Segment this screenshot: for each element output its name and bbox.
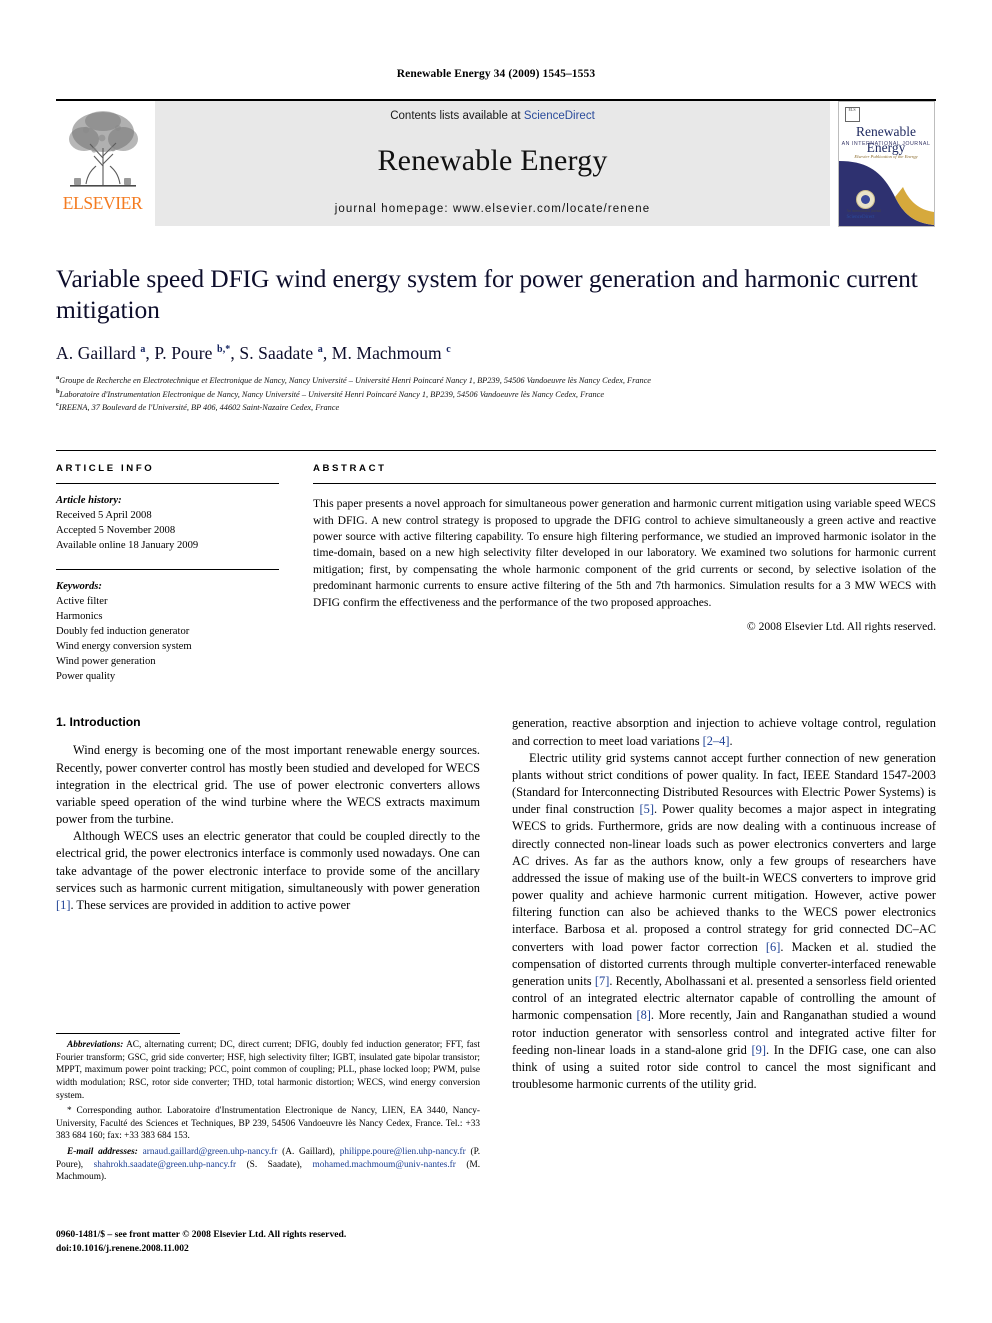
article-info-label: ARTICLE INFO	[56, 463, 155, 475]
abstract-copyright: © 2008 Elsevier Ltd. All rights reserved…	[746, 620, 936, 634]
paper-page: Renewable Energy 34 (2009) 1545–1553 ELS…	[0, 0, 992, 1323]
affiliation-list: aGroupe de Recherche en Electrotechnique…	[56, 373, 936, 414]
journal-banner: Contents lists available at ScienceDirec…	[155, 101, 830, 226]
title-area: Variable speed DFIG wind energy system f…	[56, 263, 936, 414]
citation-reference[interactable]: [7]	[595, 974, 609, 988]
journal-cover-thumbnail: ELS Renewable Energy AN INTERNATIONAL JO…	[837, 101, 935, 227]
elsevier-logo-block: ELSEVIER	[56, 101, 149, 226]
affiliation-text-a: Groupe de Recherche en Electrotechnique …	[59, 375, 651, 385]
body-paragraph: Electric utility grid systems cannot acc…	[512, 750, 936, 1092]
info-abstract-band: ARTICLE INFO Article history: Received 5…	[56, 450, 936, 684]
footnote-emails: E-mail addresses: arnaud.gaillard@green.…	[56, 1146, 480, 1184]
keyword-item: Active filter	[56, 596, 108, 608]
cover-elsevier-mark: ELS	[844, 107, 860, 122]
affiliation-b: bLaboratoire d'Instrumentation Electroni…	[56, 387, 936, 401]
body-paragraph: Although WECS uses an electric generator…	[56, 829, 480, 912]
contents-available-line: Contents lists available at ScienceDirec…	[390, 110, 595, 122]
body-paragraph: generation, reactive absorption and inje…	[512, 716, 936, 748]
elsevier-tree-icon	[65, 106, 140, 194]
citation-reference[interactable]: [8]	[636, 1008, 650, 1022]
doi-line: doi:10.1016/j.renene.2008.11.002	[56, 1242, 189, 1254]
footnote-rule	[56, 1033, 180, 1034]
citation-reference[interactable]: [6]	[766, 940, 780, 954]
email-label: E-mail addresses:	[67, 1147, 138, 1158]
cover-subtitle: AN INTERNATIONAL JOURNAL	[841, 141, 931, 147]
page-footer: 0960-1481/$ – see front matter © 2008 El…	[56, 1228, 480, 1255]
email-link[interactable]: philippe.poure@lien.uhp-nancy.fr	[340, 1147, 466, 1157]
sciencedirect-link[interactable]: ScienceDirect	[524, 110, 595, 122]
cover-foot-note: An international journal	[846, 209, 882, 213]
cover-seal-icon	[855, 190, 875, 209]
article-info-rule	[56, 483, 279, 485]
journal-title: Renewable Energy	[377, 144, 608, 177]
abstract-rule	[313, 483, 936, 485]
keywords-label: Keywords:	[56, 581, 102, 593]
issn-front-matter: 0960-1481/$ – see front matter © 2008 El…	[56, 1229, 347, 1240]
email-person: (S. Saadate),	[246, 1159, 302, 1170]
affiliation-text-b: Laboratoire d'Instrumentation Electroniq…	[59, 389, 605, 399]
affiliation-c: cIREENA, 37 Boulevard de l'Université, B…	[56, 400, 936, 414]
affiliation-text-c: IREENA, 37 Boulevard de l'Université, BP…	[58, 403, 340, 413]
abstract-label: ABSTRACT	[313, 463, 387, 475]
footnote-block: Abbreviations: AC, alternating current; …	[56, 1033, 480, 1187]
journal-masthead: ELSEVIER Contents lists available at Sci…	[56, 99, 936, 227]
history-accepted: Accepted 5 November 2008	[56, 525, 176, 537]
history-online: Available online 18 January 2009	[56, 540, 199, 552]
keyword-item: Harmonics	[56, 611, 103, 623]
citation-reference[interactable]: [5]	[640, 802, 654, 816]
citation-reference[interactable]: [9]	[752, 1043, 766, 1057]
email-person: (A. Gaillard),	[282, 1147, 335, 1158]
body-paragraph: Wind energy is becoming one of the most …	[56, 743, 480, 827]
journal-cover-block: ELS Renewable Energy AN INTERNATIONAL JO…	[836, 101, 936, 227]
section-heading-introduction: 1. Introduction	[56, 715, 141, 730]
citation-reference[interactable]: [1]	[56, 898, 70, 912]
email-link[interactable]: shahrokh.saadate@green.uhp-nancy.fr	[94, 1160, 236, 1170]
history-received: Received 5 April 2008	[56, 510, 152, 522]
cover-seal-inner	[860, 195, 870, 204]
journal-homepage-link[interactable]: journal homepage: www.elsevier.com/locat…	[335, 203, 651, 215]
article-history-label: Article history:	[56, 495, 122, 507]
footnote-abbreviations: Abbreviations: AC, alternating current; …	[56, 1039, 480, 1102]
contents-prefix: Contents lists available at	[390, 110, 524, 122]
article-info-column: ARTICLE INFO Article history: Received 5…	[56, 463, 307, 684]
keyword-item: Wind power generation	[56, 656, 156, 668]
email-link[interactable]: mohamed.machmoum@univ-nantes.fr	[313, 1160, 456, 1170]
paper-title: Variable speed DFIG wind energy system f…	[56, 264, 918, 325]
keywords-block: Keywords: Active filter Harmonics Doubly…	[56, 569, 279, 684]
author-list: A. Gaillard a, P. Poure b,*, S. Saadate …	[56, 342, 451, 363]
affiliation-a: aGroupe de Recherche en Electrotechnique…	[56, 373, 936, 387]
footnote-corresponding-author: * Corresponding author. Laboratoire d'In…	[56, 1106, 480, 1142]
keyword-item: Power quality	[56, 671, 116, 683]
keyword-item: Doubly fed induction generator	[56, 626, 190, 638]
citation-reference[interactable]: [2–4]	[703, 734, 730, 748]
abstract-text: This paper presents a novel approach for…	[313, 497, 936, 609]
cover-foot-link: ScienceDirect	[846, 215, 875, 220]
email-link[interactable]: arnaud.gaillard@green.uhp-nancy.fr	[143, 1147, 278, 1157]
elsevier-wordmark: ELSEVIER	[62, 193, 143, 213]
abbreviations-label: Abbreviations:	[67, 1040, 124, 1050]
keyword-item: Wind energy conversion system	[56, 641, 192, 653]
article-history: Article history: Received 5 April 2008 A…	[56, 493, 279, 553]
cover-title: Renewable Energy	[856, 124, 916, 155]
abstract-column: ABSTRACT This paper presents a novel app…	[307, 463, 936, 684]
body-column-right: generation, reactive absorption and inje…	[512, 715, 936, 1093]
running-head: Renewable Energy 34 (2009) 1545–1553	[396, 68, 596, 80]
